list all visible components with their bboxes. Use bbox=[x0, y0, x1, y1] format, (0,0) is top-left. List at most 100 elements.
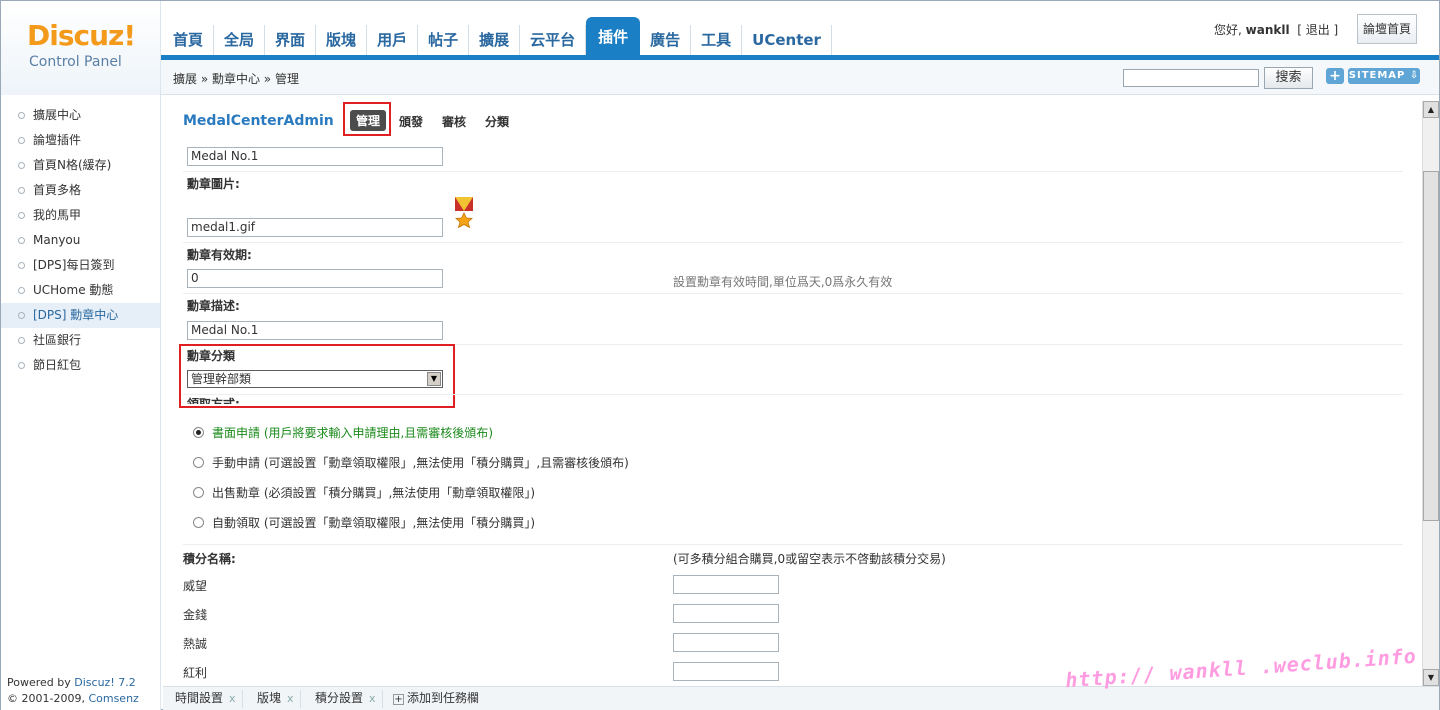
nav-posts[interactable]: 帖子 bbox=[418, 25, 470, 55]
sidebar-item-home-ngrid[interactable]: 首頁N格(緩存) bbox=[1, 153, 160, 178]
logo-brand: Discuz! bbox=[27, 19, 136, 52]
nav-forums[interactable]: 版塊 bbox=[316, 25, 368, 55]
add-to-taskbar[interactable]: + 添加到任務欄 bbox=[393, 690, 479, 707]
method-option-sale[interactable]: 出售勳章 (必須設置「積分購買」,無法使用「勳章領取權限」) bbox=[193, 484, 535, 501]
credit-name: 金錢 bbox=[183, 608, 208, 622]
expire-hint: 設置勳章有效時間,單位爲天,0爲永久有效 bbox=[673, 275, 893, 289]
radio-icon[interactable] bbox=[193, 457, 204, 468]
medal-desc-field[interactable]: Medal No.1 bbox=[187, 321, 443, 340]
close-icon[interactable]: x bbox=[229, 692, 236, 705]
medal-category-select[interactable]: 管理幹部類 ▼ bbox=[187, 370, 443, 388]
nav-interface[interactable]: 界面 bbox=[265, 25, 317, 55]
forum-home-button[interactable]: 論壇首頁 bbox=[1357, 14, 1417, 44]
tab-award[interactable]: 頒發 bbox=[399, 113, 423, 130]
medal-image-label: 勳章圖片: bbox=[187, 177, 240, 191]
copyright-text: © 2001-2009, bbox=[7, 692, 89, 705]
credit-input-bonus[interactable] bbox=[673, 662, 779, 681]
nav-ads[interactable]: 廣告 bbox=[640, 25, 692, 55]
tab-category[interactable]: 分類 bbox=[485, 113, 509, 130]
logo[interactable]: Discuz! Control Panel bbox=[1, 1, 161, 95]
search-button[interactable]: 搜索 bbox=[1264, 67, 1313, 89]
plugin-title: MedalCenterAdmin bbox=[183, 113, 334, 129]
sitemap-button[interactable]: SITEMAP ⇩ bbox=[1348, 68, 1420, 84]
radio-icon[interactable] bbox=[193, 487, 204, 498]
tab-manage[interactable]: 管理 bbox=[350, 110, 387, 131]
discuz-link[interactable]: Discuz! 7.2 bbox=[74, 676, 135, 689]
divider bbox=[183, 544, 1403, 545]
credit-input-money[interactable] bbox=[673, 604, 779, 623]
medal-name-field[interactable]: Medal No.1 bbox=[187, 147, 443, 166]
credit-name: 威望 bbox=[183, 579, 208, 593]
credit-input-prestige[interactable] bbox=[673, 575, 779, 594]
top-nav: 首頁 全局 界面 版塊 用戶 帖子 擴展 云平台 插件 廣告 工具 UCente… bbox=[163, 17, 832, 55]
tab-review[interactable]: 審核 bbox=[442, 113, 466, 130]
task-credit-settings[interactable]: 積分設置 x bbox=[309, 690, 383, 708]
radio-checked-icon[interactable] bbox=[193, 427, 204, 438]
header: Discuz! Control Panel 首頁 全局 界面 版塊 用戶 帖子 … bbox=[1, 1, 1439, 95]
close-icon[interactable]: x bbox=[369, 692, 376, 705]
credits-hint: (可多積分組合購買,0或留空表示不啓動該積分交易) bbox=[673, 552, 946, 566]
medal-preview-icon bbox=[455, 197, 473, 229]
radio-icon[interactable] bbox=[193, 517, 204, 528]
nav-users[interactable]: 用戶 bbox=[367, 25, 419, 55]
search-input[interactable] bbox=[1123, 69, 1259, 87]
nav-home[interactable]: 首頁 bbox=[163, 25, 215, 55]
sidebar-item-uchome-feed[interactable]: UCHome 動態 bbox=[1, 278, 160, 303]
method-option-auto[interactable]: 自動領取 (可選設置「勳章領取權限」,無法使用「積分購買」) bbox=[193, 514, 535, 531]
method-option-manual[interactable]: 手動申請 (可選設置「勳章領取權限」,無法使用「積分購買」,且需審核後頒布) bbox=[193, 454, 629, 471]
logout-link[interactable]: [ 退出 ] bbox=[1297, 23, 1338, 37]
sidebar-item-forum-plugins[interactable]: 論壇插件 bbox=[1, 128, 160, 153]
scroll-thumb[interactable] bbox=[1423, 171, 1439, 521]
nav-extensions[interactable]: 擴展 bbox=[469, 25, 521, 55]
sidebar-item-daily-signin[interactable]: [DPS]每日簽到 bbox=[1, 253, 160, 278]
sidebar-item-home-multigrid[interactable]: 首頁多格 bbox=[1, 178, 160, 203]
method-option-label: 出售勳章 (必須設置「積分購買」,無法使用「勳章領取權限」) bbox=[212, 486, 535, 500]
medal-expire-label: 勳章有效期: bbox=[187, 248, 252, 262]
method-option-label: 自動領取 (可選設置「勳章領取權限」,無法使用「積分購買」) bbox=[212, 516, 535, 530]
method-option-label: 手動申請 (可選設置「勳章領取權限」,無法使用「積分購買」,且需審核後頒布) bbox=[212, 456, 629, 470]
greeting: 您好, bbox=[1214, 23, 1242, 37]
medal-category-label: 勳章分類 bbox=[187, 349, 236, 363]
method-option-written[interactable]: 書面申請 (用戶將要求輸入申請理由,且需審核後頒布) bbox=[193, 424, 493, 441]
task-forums[interactable]: 版塊 x bbox=[251, 690, 301, 708]
credit-input-enthusiasm[interactable] bbox=[673, 633, 779, 652]
divider bbox=[183, 242, 1403, 243]
sidebar-item-medal-center[interactable]: [DPS] 勳章中心 bbox=[1, 303, 160, 328]
sidebar-item-extension-center[interactable]: 擴展中心 bbox=[1, 103, 160, 128]
powered-text: Powered by bbox=[7, 676, 75, 689]
nav-tools[interactable]: 工具 bbox=[691, 25, 743, 55]
sidebar: 擴展中心 論壇插件 首頁N格(緩存) 首頁多格 我的馬甲 Manyou [DPS… bbox=[1, 95, 161, 710]
close-icon[interactable]: x bbox=[287, 692, 294, 705]
medal-desc-label: 勳章描述: bbox=[187, 299, 240, 313]
scroll-up-icon[interactable]: ▲ bbox=[1423, 101, 1439, 118]
credit-name: 熱誠 bbox=[183, 637, 208, 651]
username: wankll bbox=[1245, 23, 1290, 37]
add-task-label: 添加到任務欄 bbox=[407, 691, 480, 705]
task-label: 版塊 bbox=[257, 691, 282, 705]
sidebar-item-holiday-redpacket[interactable]: 節日紅包 bbox=[1, 353, 160, 378]
nav-global[interactable]: 全局 bbox=[214, 25, 266, 55]
nav-cloud[interactable]: 云平台 bbox=[520, 25, 587, 55]
method-label: 領取方式: bbox=[187, 397, 240, 404]
nav-ucenter[interactable]: UCenter bbox=[742, 25, 832, 55]
chevron-down-icon[interactable]: ▼ bbox=[427, 372, 441, 386]
category-selected-value: 管理幹部類 bbox=[191, 372, 252, 386]
add-shortcut-button[interactable]: + bbox=[1326, 68, 1344, 84]
divider bbox=[183, 293, 1403, 294]
sidebar-list: 擴展中心 論壇插件 首頁N格(緩存) 首頁多格 我的馬甲 Manyou [DPS… bbox=[1, 95, 160, 378]
vertical-scrollbar[interactable]: ▲ ▼ bbox=[1422, 101, 1439, 686]
sidebar-item-manyou[interactable]: Manyou bbox=[1, 228, 160, 253]
taskbar: 時間設置 x 版塊 x 積分設置 x + 添加到任務欄 bbox=[163, 686, 1439, 710]
divider bbox=[183, 171, 1403, 172]
breadcrumb: 擴展 » 勳章中心 » 管理 bbox=[173, 72, 299, 86]
scroll-down-icon[interactable]: ▼ bbox=[1423, 669, 1439, 686]
plus-icon: + bbox=[393, 694, 404, 705]
task-time-settings[interactable]: 時間設置 x bbox=[169, 690, 243, 708]
medal-expire-field[interactable]: 0 bbox=[187, 269, 443, 288]
sidebar-item-community-bank[interactable]: 社區銀行 bbox=[1, 328, 160, 353]
task-label: 時間設置 bbox=[175, 691, 224, 705]
nav-plugins[interactable]: 插件 bbox=[586, 17, 641, 55]
main-content: MedalCenterAdmin 管理 頒發 審核 分類 Medal No.1 … bbox=[163, 101, 1422, 686]
medal-image-field[interactable]: medal1.gif bbox=[187, 218, 443, 237]
sidebar-item-my-vest[interactable]: 我的馬甲 bbox=[1, 203, 160, 228]
